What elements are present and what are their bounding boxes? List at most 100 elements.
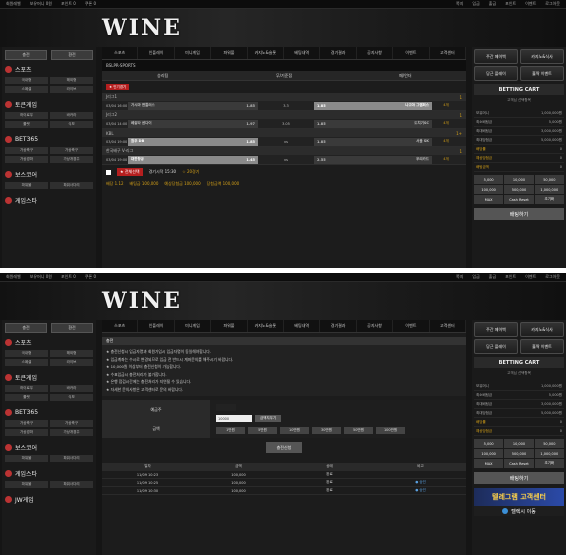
select-all-checkbox[interactable] xyxy=(106,169,111,175)
top-bar: 회원레벨 보유머니 0원 포인트 0 쿠폰 0 쪽지 입금 출금 포인트 이벤트… xyxy=(0,273,566,282)
sidebar-item[interactable]: 파워볼 xyxy=(5,182,48,189)
amount-input[interactable]: 10000 xyxy=(216,415,252,423)
point-link[interactable]: 포인트 xyxy=(505,1,516,7)
charge-button[interactable]: 충전 xyxy=(5,323,47,333)
cart-row: 보유머니 1,000,000원 xyxy=(474,109,564,118)
bet365-icon xyxy=(5,136,12,143)
event-link[interactable]: 이벤트 xyxy=(525,1,536,7)
cart-row: 배당률 0 xyxy=(474,145,564,154)
amount-chip[interactable]: 100만원 xyxy=(376,426,405,434)
sidebar-item[interactable]: 가상경마 xyxy=(5,156,48,163)
home-odd[interactable]: 베갈타 센다이 1.97 xyxy=(128,119,258,128)
amount-button[interactable]: 100,000 xyxy=(474,185,504,194)
main-content: 스포츠 인플레이 미니게임 파워볼 카지노&슬롯 베팅내역 경기결과 공지사항 … xyxy=(102,320,467,555)
home-odd[interactable]: 원주 DB 1.85 xyxy=(128,137,258,146)
logout-link[interactable]: 로그아웃 xyxy=(545,1,560,7)
amount-chip[interactable]: 50만원 xyxy=(344,426,373,434)
telegram-link[interactable]: 텔렉시 이동 xyxy=(474,506,564,516)
away-odd[interactable]: 2.55 우리카드 xyxy=(314,155,432,164)
sidebar-item[interactable]: 해외형 xyxy=(50,77,93,84)
place-bet-button[interactable]: 배팅하기 xyxy=(474,208,564,220)
tab-support[interactable]: 고객센터 xyxy=(430,47,467,59)
place-bet-button[interactable]: 배팅하기 xyxy=(474,472,564,484)
exchange-button[interactable]: 환전 xyxy=(51,50,93,60)
draw-odd[interactable]: 3.05 xyxy=(258,120,314,128)
sidebar-item[interactable]: 하이로우 xyxy=(5,112,48,119)
gamestar-icon xyxy=(5,470,12,477)
messages-link[interactable]: 쪽지 xyxy=(456,1,463,7)
tab-minigame[interactable]: 미니게임 xyxy=(175,47,212,59)
away-odd[interactable]: 1.85 도치기SC xyxy=(314,119,432,128)
promo-payback[interactable]: 주간 페이백 xyxy=(474,49,518,64)
name-field[interactable] xyxy=(216,404,236,412)
sidebar-section-bet365[interactable]: BET365 xyxy=(5,134,93,145)
amount-button[interactable]: 500,000 xyxy=(504,185,534,194)
tab-casino[interactable]: 카지노&슬롯 xyxy=(248,47,285,59)
site-logo[interactable]: WINE xyxy=(102,15,182,41)
sidebar-item[interactable]: 식보 xyxy=(50,121,93,128)
amount-button[interactable]: 1,000,000 xyxy=(534,185,564,194)
sidebar-item[interactable]: 가상축구 xyxy=(5,147,48,154)
sidebar-item[interactable]: 가상개경주 xyxy=(50,156,93,163)
promo-oddeven[interactable]: 홀짝 이벤트 xyxy=(520,66,564,81)
amount-button[interactable]: 5,000 xyxy=(474,175,504,184)
draw-odd[interactable]: 3.3 xyxy=(258,102,314,110)
exchange-button[interactable]: 환전 xyxy=(51,323,93,333)
game-count: ☆ 20경기 xyxy=(182,169,200,174)
sidebar-item[interactable]: 국내형 xyxy=(5,77,48,84)
site-logo[interactable]: WINE xyxy=(102,288,182,314)
amount-chip[interactable]: 5만원 xyxy=(248,426,277,434)
clear-amount-button[interactable]: 금액지우기 xyxy=(255,415,281,423)
amount-chip[interactable]: 10만원 xyxy=(280,426,309,434)
section-header: BSLPR-SPORTS xyxy=(102,60,466,71)
deposit-notices: ★ 충전신청시 입금자명과 회원가입시 입금자명이 동일해야합니다. ★ 입금계… xyxy=(102,345,466,396)
charge-button[interactable]: 충전 xyxy=(5,50,47,60)
reset-button[interactable]: 초기화 xyxy=(534,195,564,204)
deposit-submit-button[interactable]: 충전신청 xyxy=(266,442,302,453)
tab-bet-history[interactable]: 베팅내역 xyxy=(284,47,321,59)
tab-results[interactable]: 경기결과 xyxy=(320,47,357,59)
main-tabs: 스포츠 인플레이 미니게임 파워볼 카지노&슬롯 베팅내역 경기결과 공지사항 … xyxy=(102,320,467,333)
sidebar-item[interactable]: 가상축구 xyxy=(50,147,93,154)
more-markets[interactable]: 4개 xyxy=(432,121,460,126)
more-markets[interactable]: 4개 xyxy=(432,139,460,144)
sports-icon xyxy=(5,339,12,346)
popular-tag[interactable]: ★ 인기경기 xyxy=(106,84,130,90)
select-all-button[interactable]: ★ 전체선택 xyxy=(117,168,143,176)
away-odd[interactable]: 1.85 서울 SK xyxy=(314,137,432,146)
tab-event[interactable]: 이벤트 xyxy=(393,47,430,59)
tab-notice[interactable]: 공지사항 xyxy=(357,47,394,59)
amount-chip[interactable]: 30만원 xyxy=(312,426,341,434)
deposit-form: 예금주 금액 10000 금액지우기 1만원 5만원 10만원 30만원 50만… xyxy=(102,400,466,438)
away-odd[interactable]: 1.85 나고야 그램퍼스 xyxy=(314,101,432,110)
draw-odd[interactable]: vs xyxy=(258,138,314,146)
draw-odd[interactable]: vs xyxy=(258,156,314,164)
sidebar-section-boscore[interactable]: 보스코어 xyxy=(5,169,93,180)
sidebar-section-sports[interactable]: 스포츠 xyxy=(5,64,93,75)
sidebar-item[interactable]: 룰렛 xyxy=(5,121,48,128)
sidebar-section-token[interactable]: 토큰게임 xyxy=(5,99,93,110)
withdraw-link[interactable]: 출금 xyxy=(489,1,496,7)
home-odd[interactable]: 대한항공 1.45 xyxy=(128,155,258,164)
amount-button[interactable]: 10,000 xyxy=(504,175,534,184)
deposit-link[interactable]: 입금 xyxy=(472,1,479,7)
sidebar-item[interactable]: 스페셜 xyxy=(5,86,48,93)
promo-casino[interactable]: 카지노&식사 xyxy=(520,49,564,64)
tab-inplay[interactable]: 인플레이 xyxy=(138,47,175,59)
telegram-support-banner[interactable]: 텔레그램 고객센터 xyxy=(474,488,564,506)
more-markets[interactable]: 4개 xyxy=(432,103,460,108)
sidebar-item[interactable]: 바카라 xyxy=(50,112,93,119)
amount-chip[interactable]: 1만원 xyxy=(216,426,245,434)
member-level: 회원레벨 xyxy=(6,1,21,6)
max-button[interactable]: MAX xyxy=(474,195,504,204)
amount-button[interactable]: 50,000 xyxy=(534,175,564,184)
more-markets[interactable]: 4개 xyxy=(432,157,460,162)
cash-reset-button[interactable]: Cash Reset xyxy=(504,195,534,204)
tab-sports[interactable]: 스포츠 xyxy=(102,47,139,59)
sidebar-section-gamestar[interactable]: 게임스타 xyxy=(5,195,93,206)
home-odd[interactable]: 가시마 앤틀러스 1.85 xyxy=(128,101,258,110)
promo-play[interactable]: 당근 플레이 xyxy=(474,66,518,81)
sidebar-item[interactable]: 라이브 xyxy=(50,86,93,93)
tab-powerball[interactable]: 파워볼 xyxy=(211,47,248,59)
sidebar-item[interactable]: 파워사다리 xyxy=(50,182,93,189)
